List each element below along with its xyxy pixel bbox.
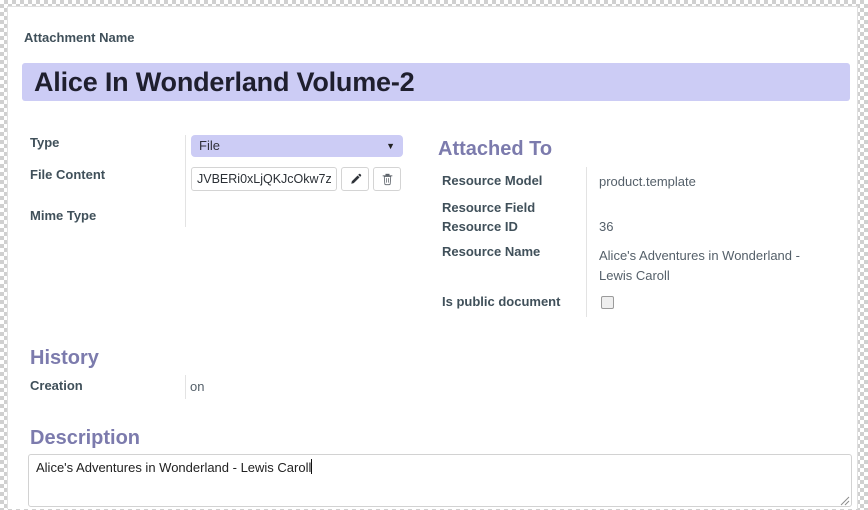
pencil-icon: [349, 173, 362, 186]
resource-model-label: Resource Model: [442, 173, 543, 188]
creation-value: on: [190, 379, 205, 394]
resource-model-value: product.template: [599, 174, 696, 189]
attachment-form-sheet: Attachment Name Type File ▼ File Content: [7, 6, 858, 509]
is-public-document-checkbox[interactable]: [601, 296, 614, 309]
resource-id-label: Resource ID: [442, 219, 518, 234]
resource-name-value: Alice's Adventures in Wonderland - Lewis…: [599, 248, 800, 283]
description-section-title: Description: [30, 427, 141, 449]
history-divider: [185, 375, 186, 399]
type-select[interactable]: File ▼: [191, 135, 403, 157]
left-group-divider: [185, 135, 186, 227]
trash-icon: [381, 173, 394, 186]
chevron-down-icon: ▼: [386, 141, 395, 151]
description-textarea[interactable]: [28, 454, 852, 507]
creation-label: Creation: [30, 378, 83, 393]
file-content-label: File Content: [30, 167, 106, 182]
resource-id-value: 36: [599, 219, 614, 234]
type-label: Type: [30, 135, 60, 150]
attached-to-divider: [586, 167, 587, 317]
edit-file-button[interactable]: [341, 167, 369, 191]
mime-type-label: Mime Type: [30, 208, 97, 223]
is-public-document-label: Is public document: [442, 294, 561, 309]
resource-name-label: Resource Name: [442, 244, 541, 259]
file-content-input[interactable]: [191, 167, 337, 191]
file-content-controls: [191, 167, 401, 191]
type-select-value: File: [199, 138, 220, 153]
history-section-title: History: [30, 347, 99, 369]
resource-field-label: Resource Field: [442, 200, 536, 215]
attached-to-section-title: Attached To: [438, 138, 553, 160]
delete-file-button[interactable]: [373, 167, 401, 191]
text-cursor: [311, 459, 312, 474]
attachment-name-input[interactable]: [22, 63, 850, 101]
attachment-name-label: Attachment Name: [24, 30, 135, 45]
